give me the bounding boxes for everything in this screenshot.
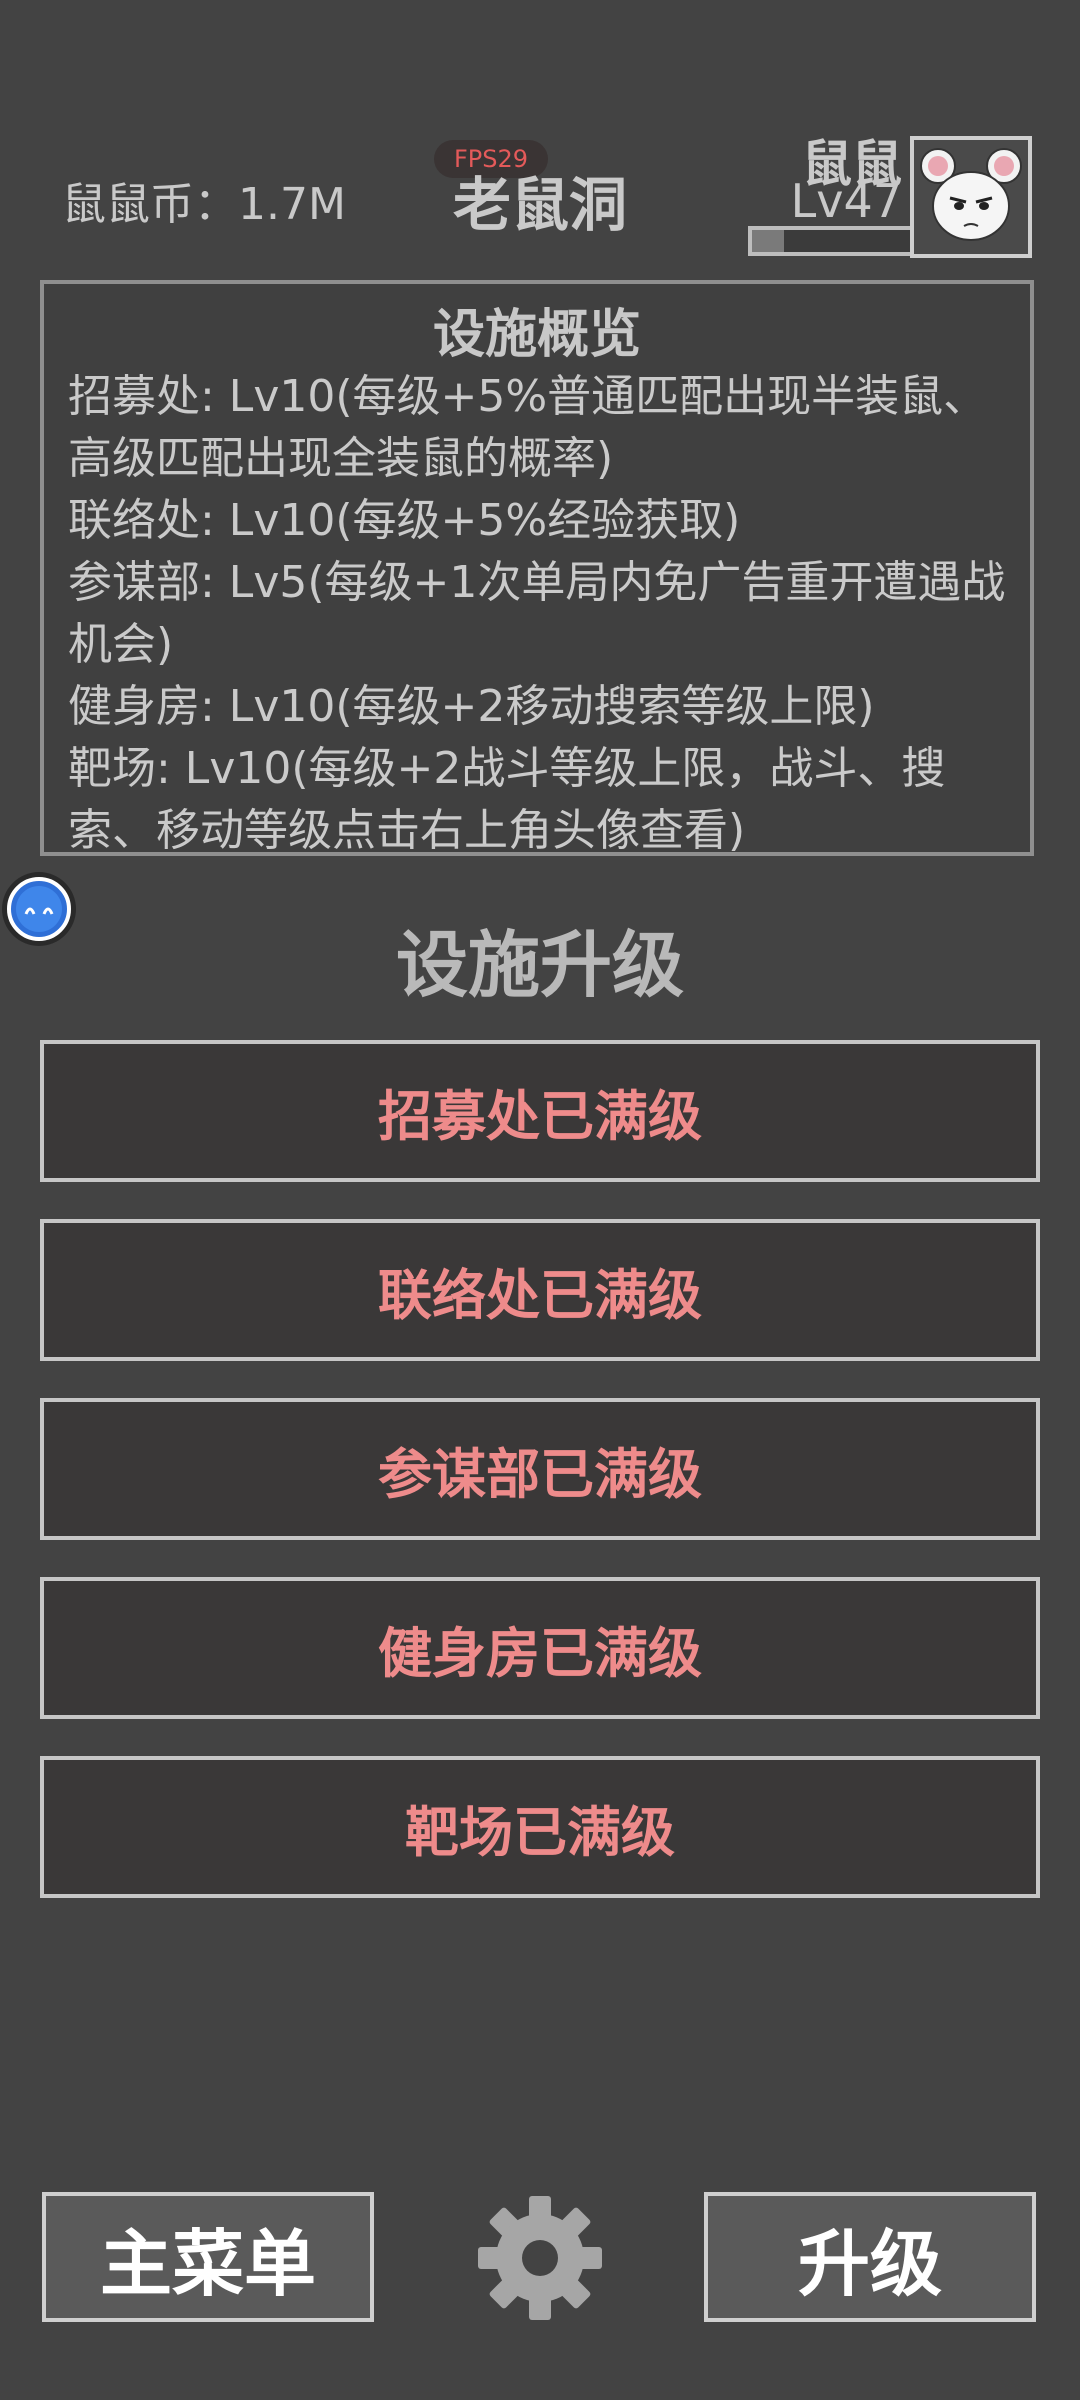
upgrade-recruit-button[interactable]: 招募处已满级 — [40, 1040, 1040, 1182]
exp-progress-fill — [752, 230, 784, 252]
overview-title: 设施概览 — [432, 305, 641, 365]
mouse-avatar-icon — [920, 148, 1022, 241]
overview-list: 招募处: Lv10(每级+5%普通匹配出现半装鼠、高级匹配出现全装鼠的概率) 联… — [44, 366, 1030, 856]
overview-item-staff: 参谋部: Lv5(每级+1次单局内免广告重开遭遇战机会) — [68, 557, 1006, 670]
overview-item-liaison: 联络处: Lv10(每级+5%经验获取) — [68, 495, 741, 546]
gear-icon — [478, 2196, 602, 2320]
upgrade-staff-button[interactable]: 参谋部已满级 — [40, 1398, 1040, 1540]
facility-overview-panel[interactable]: 设施概览 招募处: Lv10(每级+5%普通匹配出现半装鼠、高级匹配出现全装鼠的… — [40, 280, 1034, 856]
upgrade-section-title: 设施升级 — [395, 923, 684, 1007]
upgrade-liaison-button[interactable]: 联络处已满级 — [40, 1219, 1040, 1361]
overview-item-recruit: 招募处: Lv10(每级+5%普通匹配出现半装鼠、高级匹配出现全装鼠的概率) — [68, 371, 988, 484]
avatar[interactable] — [910, 136, 1032, 258]
upgrade-button[interactable]: 升级 — [704, 2192, 1036, 2322]
exp-progress-bar — [748, 226, 914, 256]
overview-item-gym: 健身房: Lv10(每级+2移动搜索等级上限) — [68, 681, 875, 732]
player-level: Lv47 — [790, 174, 902, 228]
settings-button[interactable] — [474, 2192, 606, 2324]
overview-item-range: 靶场: Lv10(每级+2战斗等级上限，战斗、搜索、移动等级点击右上角头像查看) — [68, 743, 946, 856]
app-screen: 鼠鼠币：1.7M FPS29 老鼠洞 鼠鼠 Lv47 设施概览 招募处: Lv1… — [0, 0, 1080, 2400]
upgrade-list: 招募处已满级 联络处已满级 参谋部已满级 健身房已满级 靶场已满级 — [40, 1040, 1040, 1935]
upgrade-gym-button[interactable]: 健身房已满级 — [40, 1577, 1040, 1719]
main-menu-button[interactable]: 主菜单 — [42, 2192, 374, 2322]
upgrade-range-button[interactable]: 靶场已满级 — [40, 1756, 1040, 1898]
